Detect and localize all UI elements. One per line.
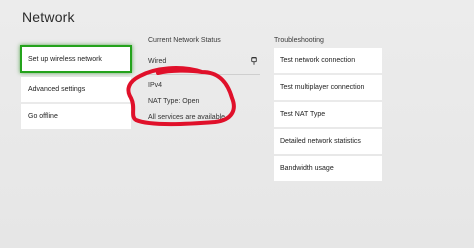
status-divider (148, 74, 260, 75)
network-settings-page: Network Set up wireless network Advanced… (0, 0, 474, 248)
menu-item-go-offline[interactable]: Go offline (21, 104, 131, 129)
page-title: Network (22, 9, 75, 25)
services-status-row: All services are available (148, 114, 226, 121)
troubleshooting-panel: Troubleshooting Test network connection … (274, 37, 384, 183)
detailed-network-statistics-button[interactable]: Detailed network statistics (274, 129, 382, 154)
menu-item-advanced-settings[interactable]: Advanced settings (21, 77, 131, 102)
wired-plug-icon (251, 57, 257, 65)
ip-version-row: IPv4 (148, 82, 163, 89)
nat-type-row: NAT Type: Open (148, 98, 200, 105)
status-header: Current Network Status (148, 37, 221, 44)
menu-item-set-up-wireless-network[interactable]: Set up wireless network (20, 45, 132, 73)
connection-type-row: Wired (148, 57, 263, 73)
test-nat-type-button[interactable]: Test NAT Type (274, 102, 382, 127)
connection-type-label: Wired (148, 58, 167, 65)
current-network-status-panel: Current Network Status Wired IPv4 NAT Ty… (148, 37, 263, 129)
test-network-connection-button[interactable]: Test network connection (274, 48, 382, 73)
test-multiplayer-connection-button[interactable]: Test multiplayer connection (274, 75, 382, 100)
bandwidth-usage-button[interactable]: Bandwidth usage (274, 156, 382, 181)
troubleshooting-header: Troubleshooting (274, 37, 324, 44)
network-menu: Set up wireless network Advanced setting… (20, 45, 132, 131)
